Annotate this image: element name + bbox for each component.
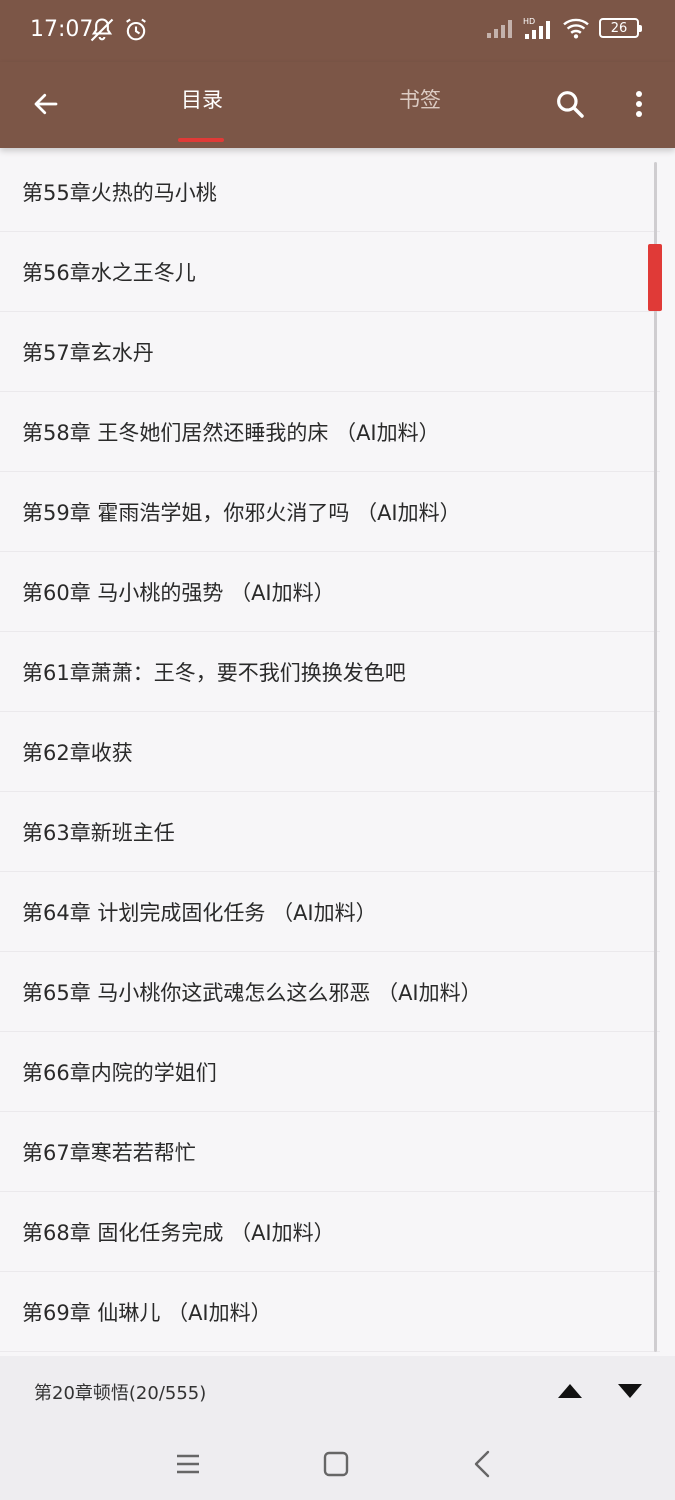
chapter-item[interactable]: 第66章内院的学姐们 xyxy=(0,1032,660,1112)
chapter-item[interactable]: 第59章 霍雨浩学姐，你邪火消了吗 （AI加料） xyxy=(0,472,660,552)
chapter-item[interactable]: 第58章 王冬她们居然还睡我的床 （AI加料） xyxy=(0,392,660,472)
scroll-up-button[interactable] xyxy=(550,1376,590,1406)
status-left-icons xyxy=(88,16,150,44)
more-vert-icon xyxy=(636,91,642,117)
current-chapter-label[interactable]: 第20章顿悟(20/555) xyxy=(34,1379,206,1405)
chapter-item[interactable]: 第65章 马小桃你这武魂怎么这么邪恶 （AI加料） xyxy=(0,952,660,1032)
search-icon xyxy=(557,91,584,118)
back-arrow-icon xyxy=(34,93,58,115)
scrollbar-thumb[interactable] xyxy=(648,244,662,311)
battery-level: 26 xyxy=(610,20,628,36)
chapter-item[interactable]: 第68章 固化任务完成 （AI加料） xyxy=(0,1192,660,1272)
chapter-item[interactable]: 第62章收获 xyxy=(0,712,660,792)
chapter-item[interactable]: 第55章火热的马小桃 xyxy=(0,152,660,232)
home-button[interactable] xyxy=(314,1442,358,1486)
hd-signal-icon: HD xyxy=(523,17,550,39)
tab-toc[interactable]: 目录 xyxy=(152,84,252,124)
chapter-item[interactable]: 第57章玄水丹 xyxy=(0,312,660,392)
top-toolbar: 目录 书签 xyxy=(0,62,675,148)
scroll-down-button[interactable] xyxy=(610,1376,650,1406)
status-time: 17:07 xyxy=(30,17,94,42)
chapter-item[interactable]: 第64章 计划完成固化任务 （AI加料） xyxy=(0,872,660,952)
nav-back-button[interactable] xyxy=(460,1442,504,1486)
alarm-icon xyxy=(126,18,146,41)
notifications-off-icon xyxy=(90,18,114,42)
cellular-signal-icon xyxy=(487,20,512,38)
chapter-item[interactable]: 第67章寒若若帮忙 xyxy=(0,1112,660,1192)
arrow-down-icon xyxy=(618,1384,642,1398)
search-button[interactable] xyxy=(548,82,592,126)
scrollbar-track[interactable] xyxy=(654,162,657,1352)
bottom-bar: 第20章顿悟(20/555) xyxy=(0,1356,675,1426)
back-button[interactable] xyxy=(24,82,68,126)
status-bar: 17:07 HD 26 xyxy=(0,0,675,62)
chapter-item[interactable]: 第61章萧萧：王冬，要不我们换换发色吧 xyxy=(0,632,660,712)
menu-icon xyxy=(177,1454,199,1474)
arrow-up-icon xyxy=(558,1384,582,1398)
system-nav-bar xyxy=(0,1426,675,1500)
more-options-button[interactable] xyxy=(622,82,656,126)
chapter-item[interactable]: 第63章新班主任 xyxy=(0,792,660,872)
tab-bookmarks[interactable]: 书签 xyxy=(370,84,470,124)
chapter-list: 第55章火热的马小桃 第56章水之王冬儿 第57章玄水丹 第58章 王冬她们居然… xyxy=(0,152,660,1352)
home-icon xyxy=(323,1451,349,1477)
svg-text:HD: HD xyxy=(523,17,535,26)
back-icon xyxy=(474,1450,490,1478)
chapter-item[interactable]: 第56章水之王冬儿 xyxy=(0,232,660,312)
recents-button[interactable] xyxy=(166,1442,210,1486)
chapter-item[interactable]: 第69章 仙琳儿 （AI加料） xyxy=(0,1272,660,1352)
active-tab-indicator xyxy=(178,138,224,142)
chapter-item[interactable]: 第60章 马小桃的强势 （AI加料） xyxy=(0,552,660,632)
battery-icon: 26 xyxy=(599,18,642,38)
wifi-icon xyxy=(563,18,589,39)
status-right-icons: HD 26 xyxy=(485,16,642,40)
